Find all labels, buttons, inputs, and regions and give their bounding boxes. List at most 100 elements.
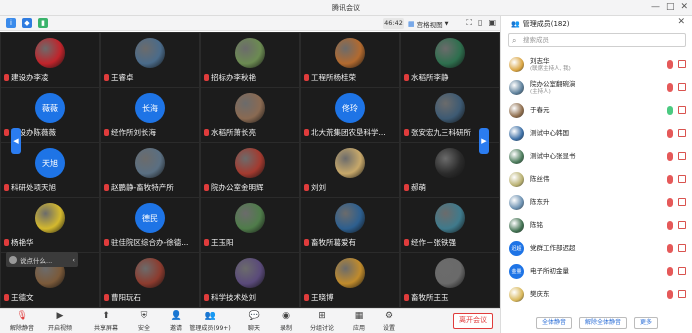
member-row[interactable]: 测试中心韩国 (501, 123, 692, 145)
mic-off-icon (104, 294, 109, 301)
chat-input[interactable]: 说点什么... (20, 255, 52, 265)
video-off-icon[interactable] (678, 83, 686, 91)
mic-off-icon[interactable] (667, 152, 673, 161)
video-tile[interactable]: 刘刘 (301, 143, 399, 197)
video-tile[interactable]: 王晓博 (301, 253, 399, 307)
video-tile[interactable]: 工程所杨桂荣 (301, 33, 399, 87)
participant-name: 院办公室金明辉 (204, 182, 297, 193)
toolbar-button-share-screen[interactable]: ⬆ 共享屏幕 (86, 311, 126, 333)
minimize-icon[interactable]: — (651, 2, 660, 13)
video-tile[interactable]: 长海 经作所刘长海 (101, 88, 199, 142)
member-row[interactable]: 迟超 党群工作部迟超 (501, 238, 692, 260)
member-row[interactable]: 测试中心张显书 (501, 146, 692, 168)
video-off-icon[interactable] (678, 221, 686, 229)
video-tile[interactable]: 杨艳华 (1, 198, 99, 252)
toolbar-button-camera[interactable]: ▶ 开启视频 (40, 311, 80, 333)
participant-name-text: 水稻所李静 (411, 73, 449, 82)
info-icon[interactable]: i (6, 18, 16, 28)
prev-page-button[interactable]: ◀ (11, 128, 21, 154)
video-off-icon[interactable] (678, 244, 686, 252)
member-row[interactable]: 于春元 (501, 100, 692, 122)
video-tile[interactable]: 畜牧所葛爱有 (301, 198, 399, 252)
member-row[interactable]: 院办公室翻碗演 (主持人) (501, 77, 692, 99)
video-tile[interactable]: 畜牧所王玉 (401, 253, 499, 307)
member-name: 陈铭 (530, 221, 543, 229)
mic-on-icon[interactable] (667, 106, 673, 115)
video-tile[interactable]: 水稻所萧长亮 (201, 88, 299, 142)
video-off-icon[interactable] (678, 129, 686, 137)
leave-meeting-button[interactable]: 离开会议 (453, 313, 493, 329)
member-row[interactable]: 刘志华 (联席主持人, 我) (501, 54, 692, 76)
video-tile[interactable]: 科学技术处刘 (201, 253, 299, 307)
mic-off-icon[interactable] (667, 83, 673, 92)
close-icon[interactable]: ✕ (680, 2, 688, 13)
video-tile[interactable]: 赵鹏静-畜牧特产所 (101, 143, 199, 197)
video-off-icon[interactable] (678, 106, 686, 114)
video-tile[interactable]: 水稻所李静 (401, 33, 499, 87)
participant-name: 畜牧所王玉 (404, 292, 497, 303)
video-tile[interactable]: 王睿卓 (101, 33, 199, 87)
participant-name: 驻佳院区综合办-徐德... (104, 237, 197, 248)
close-panel-icon[interactable]: ✕ (677, 17, 685, 27)
mute-all-button[interactable]: 全体静音 (535, 317, 572, 329)
view-switch[interactable]: ▦ 宫格视图 ▼ (408, 18, 448, 29)
video-tile[interactable]: 德民驻佳院区综合办-徐德... (101, 198, 199, 252)
member-row[interactable]: 陈铭 (501, 215, 692, 237)
member-row[interactable]: 樊庆东 (501, 284, 692, 306)
avatar (509, 57, 524, 72)
next-page-button[interactable]: ▶ (479, 128, 489, 154)
participant-name-text: 院办公室金明辉 (211, 183, 264, 192)
video-off-icon[interactable] (678, 152, 686, 160)
mic-off-icon (404, 184, 409, 191)
member-row[interactable]: 陈东升 (501, 192, 692, 214)
mic-off-icon[interactable] (667, 267, 673, 276)
toolbar-button-members[interactable]: 👥 管理成员(99+) (189, 311, 230, 333)
video-tile[interactable]: 王玉阳 (201, 198, 299, 252)
member-row[interactable]: 金量 电子所初金量 (501, 261, 692, 283)
video-tile[interactable]: 院办公室金明辉 (201, 143, 299, 197)
video-tile[interactable]: 佟玲 北大荒集团农垦科学... (301, 88, 399, 142)
more-button[interactable]: 更多 (634, 317, 659, 329)
toolbar-label: 设置 (382, 325, 395, 332)
mic-off-icon[interactable] (667, 244, 673, 253)
participant-name: 曹阳玩石 (104, 292, 197, 303)
signal-icon[interactable]: ▮ (38, 18, 48, 28)
maximize-icon[interactable]: □ (666, 2, 675, 13)
mic-off-icon[interactable] (667, 198, 673, 207)
mic-off-icon[interactable] (667, 129, 673, 138)
chevron-left-icon[interactable]: ‹ (72, 256, 75, 264)
video-tile[interactable]: 建设办李凌 (1, 33, 99, 87)
member-row[interactable]: 陈丝伟 (501, 169, 692, 191)
video-off-icon[interactable] (678, 290, 686, 298)
mic-off-icon[interactable] (667, 221, 673, 230)
fullscreen-icon[interactable]: ⛶ (466, 18, 472, 28)
mic-off-icon (304, 184, 309, 191)
video-off-icon[interactable] (678, 267, 686, 275)
mic-off-icon[interactable] (667, 290, 673, 299)
avatar-text: 德民 (142, 213, 158, 223)
mic-off-icon[interactable] (667, 60, 673, 69)
member-search-input[interactable]: ⌕ 搜索成员 (508, 33, 686, 47)
video-off-icon[interactable] (678, 175, 686, 183)
video-tile[interactable]: 曹阳玩石 (101, 253, 199, 307)
unmute-all-button[interactable]: 解除全体静音 (578, 317, 627, 329)
participant-name-text: 科学技术处刘 (211, 293, 256, 302)
chat-popup[interactable]: 说点什么... ‹ (6, 252, 78, 267)
toolbar-label: 安全 (137, 325, 150, 332)
toolbar-button-mic-off[interactable]: 🎙 解除静音 (2, 311, 42, 333)
avatar: 迟超 (509, 241, 524, 256)
video-off-icon[interactable] (678, 198, 686, 206)
avatar (235, 38, 265, 68)
video-tile[interactable]: 招标办李秋艳 (201, 33, 299, 87)
avatar (509, 218, 524, 233)
toolbar-button-record[interactable]: ◉ 录制 (266, 311, 306, 333)
video-tile[interactable]: 经作－张铁强 (401, 198, 499, 252)
avatar-text: 迟超 (511, 246, 522, 252)
mic-off-icon[interactable] (667, 175, 673, 184)
toolbar-button-breakout[interactable]: ⊞ 分组讨论 (302, 311, 342, 333)
layout-icon[interactable]: ▣ (488, 18, 496, 28)
toolbar-button-settings[interactable]: ⚙ 设置 (369, 311, 409, 333)
video-off-icon[interactable] (678, 60, 686, 68)
sidebar-toggle-icon[interactable]: ▯ (478, 18, 482, 28)
shield-icon[interactable]: ◆ (22, 18, 32, 28)
